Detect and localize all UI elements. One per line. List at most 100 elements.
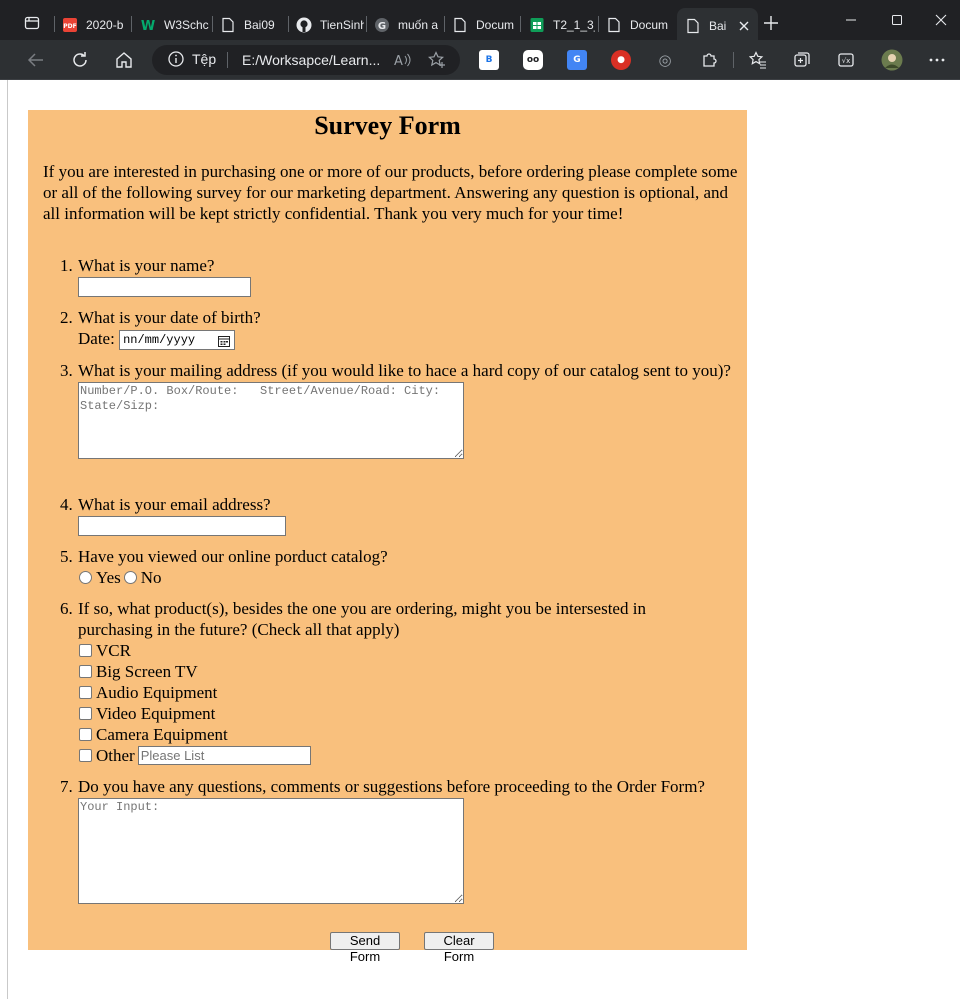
tab-label: Docum bbox=[476, 18, 515, 32]
sheets-icon bbox=[529, 17, 545, 33]
compass-icon[interactable]: ◎ bbox=[655, 50, 675, 70]
camera-equipment-checkbox[interactable] bbox=[79, 728, 92, 741]
collections-icon[interactable] bbox=[786, 44, 818, 76]
tab-bar: PDF 2020-b W W3Schc Bai09 TienSinh G muố… bbox=[0, 0, 960, 44]
tab-separator bbox=[598, 16, 599, 32]
option-label: Audio Equipment bbox=[96, 683, 218, 702]
clear-form-button[interactable]: Clear Form bbox=[424, 932, 494, 964]
tab-sheets[interactable]: T2_1_3_ bbox=[529, 8, 595, 42]
new-tab-icon[interactable] bbox=[756, 8, 786, 38]
big-screen-tv-checkbox[interactable] bbox=[79, 665, 92, 678]
tab-label: 2020-b bbox=[86, 18, 124, 32]
extension-b-icon[interactable]: B bbox=[479, 50, 499, 70]
svg-text:√x: √x bbox=[842, 57, 851, 65]
close-window-icon[interactable] bbox=[918, 0, 960, 40]
other-products-input[interactable] bbox=[137, 746, 311, 765]
tab-label: Bai bbox=[709, 19, 727, 33]
tab-pdf[interactable]: PDF 2020-b bbox=[62, 8, 130, 42]
tab-label: W3Schc bbox=[164, 18, 209, 32]
tab-label: Docum bbox=[630, 18, 669, 32]
option-label: Video Equipment bbox=[96, 704, 216, 723]
tab-google[interactable]: G muốn a bbox=[374, 8, 442, 42]
adblock-icon[interactable]: ● bbox=[611, 50, 631, 70]
math-solver-icon[interactable]: √x bbox=[830, 44, 862, 76]
comments-textarea[interactable] bbox=[78, 798, 464, 904]
address-textarea[interactable] bbox=[78, 382, 464, 459]
tab-document-1[interactable]: Docum bbox=[452, 8, 518, 42]
question-comments: 7. Do you have any questions, comments o… bbox=[60, 776, 748, 904]
question-number: 2. bbox=[60, 308, 73, 327]
url-text[interactable]: E:/Worksapce/Learn... bbox=[242, 52, 382, 68]
page-icon bbox=[606, 17, 622, 33]
yes-label: Yes bbox=[96, 568, 121, 587]
yes-radio[interactable] bbox=[79, 571, 92, 584]
svg-text:A: A bbox=[394, 54, 403, 68]
extensions-icon[interactable] bbox=[693, 44, 725, 76]
option-label: Big Screen TV bbox=[96, 662, 198, 681]
site-info[interactable]: Tệp bbox=[168, 51, 216, 67]
more-menu-icon[interactable] bbox=[921, 44, 953, 76]
tab-bai09[interactable]: Bai09 bbox=[220, 8, 286, 42]
question-text: What is your email address? bbox=[78, 495, 271, 514]
tab-separator bbox=[520, 16, 521, 32]
no-radio[interactable] bbox=[123, 571, 137, 584]
question-dob: 2. What is your date of birth? Date: nn/… bbox=[60, 307, 748, 351]
name-input[interactable] bbox=[78, 277, 251, 297]
form-title: Survey Form bbox=[314, 111, 461, 140]
survey-form: Survey Form If you are interested in pur… bbox=[28, 110, 748, 964]
email-input[interactable] bbox=[78, 516, 286, 536]
question-number: 5. bbox=[60, 547, 73, 566]
date-label: Date: bbox=[78, 329, 115, 348]
option-label: Other bbox=[96, 746, 135, 765]
info-icon bbox=[168, 51, 184, 67]
tab-actions-icon[interactable] bbox=[17, 8, 47, 38]
tab-separator bbox=[366, 16, 367, 32]
date-input[interactable]: nn/mm/yyyy bbox=[119, 330, 236, 351]
tab-active[interactable]: Bai bbox=[677, 8, 758, 44]
question-text: Do you have any questions, comments or s… bbox=[78, 777, 705, 796]
calendar-icon[interactable] bbox=[218, 334, 231, 355]
translate-icon[interactable]: G bbox=[567, 50, 587, 70]
google-icon: G bbox=[374, 17, 390, 33]
tab-separator bbox=[131, 16, 132, 32]
question-number: 1. bbox=[60, 256, 73, 275]
question-email: 4. What is your email address? bbox=[60, 494, 748, 536]
back-icon[interactable] bbox=[20, 44, 52, 76]
tab-separator bbox=[212, 16, 213, 32]
question-number: 3. bbox=[60, 361, 73, 380]
tab-label: muốn a bbox=[398, 18, 439, 32]
question-text: What is your mailing address (if you wou… bbox=[78, 361, 731, 380]
video-equipment-checkbox[interactable] bbox=[79, 707, 92, 720]
question-number: 4. bbox=[60, 495, 73, 514]
favorites-icon[interactable] bbox=[742, 44, 774, 76]
tab-separator bbox=[54, 16, 55, 32]
question-text: What is your date of birth? bbox=[78, 308, 261, 327]
tab-document-2[interactable]: Docum bbox=[606, 8, 672, 42]
question-catalog: 5. Have you viewed our online porduct ca… bbox=[60, 546, 748, 588]
home-icon[interactable] bbox=[108, 44, 140, 76]
left-window-edge bbox=[0, 80, 8, 999]
question-text: What is your name? bbox=[78, 256, 215, 275]
other-checkbox[interactable] bbox=[79, 749, 92, 762]
refresh-icon[interactable] bbox=[64, 44, 96, 76]
option-label: VCR bbox=[96, 641, 131, 660]
github-icon bbox=[296, 17, 312, 33]
address-bar[interactable]: Tệp E:/Worksapce/Learn... A bbox=[152, 45, 460, 75]
send-form-button[interactable]: Send Form bbox=[330, 932, 400, 964]
close-tab-icon[interactable] bbox=[739, 21, 749, 31]
add-favorite-icon[interactable] bbox=[428, 51, 446, 69]
profile-avatar[interactable] bbox=[876, 44, 908, 76]
pdf-icon: PDF bbox=[62, 17, 78, 33]
tab-w3schools[interactable]: W W3Schc bbox=[140, 8, 210, 42]
minimize-icon[interactable] bbox=[828, 0, 874, 40]
site-label: Tệp bbox=[192, 51, 217, 67]
question-products: 6. If so, what product(s), besides the o… bbox=[60, 598, 748, 766]
extension-eyes-icon[interactable]: oo bbox=[523, 50, 543, 70]
option-label: Camera Equipment bbox=[96, 725, 228, 744]
audio-equipment-checkbox[interactable] bbox=[79, 686, 92, 699]
read-aloud-icon[interactable]: A bbox=[394, 52, 412, 68]
tab-github[interactable]: TienSinh bbox=[296, 8, 364, 42]
vcr-checkbox[interactable] bbox=[79, 644, 92, 657]
tab-label: Bai09 bbox=[244, 18, 275, 32]
maximize-icon[interactable] bbox=[874, 0, 920, 40]
